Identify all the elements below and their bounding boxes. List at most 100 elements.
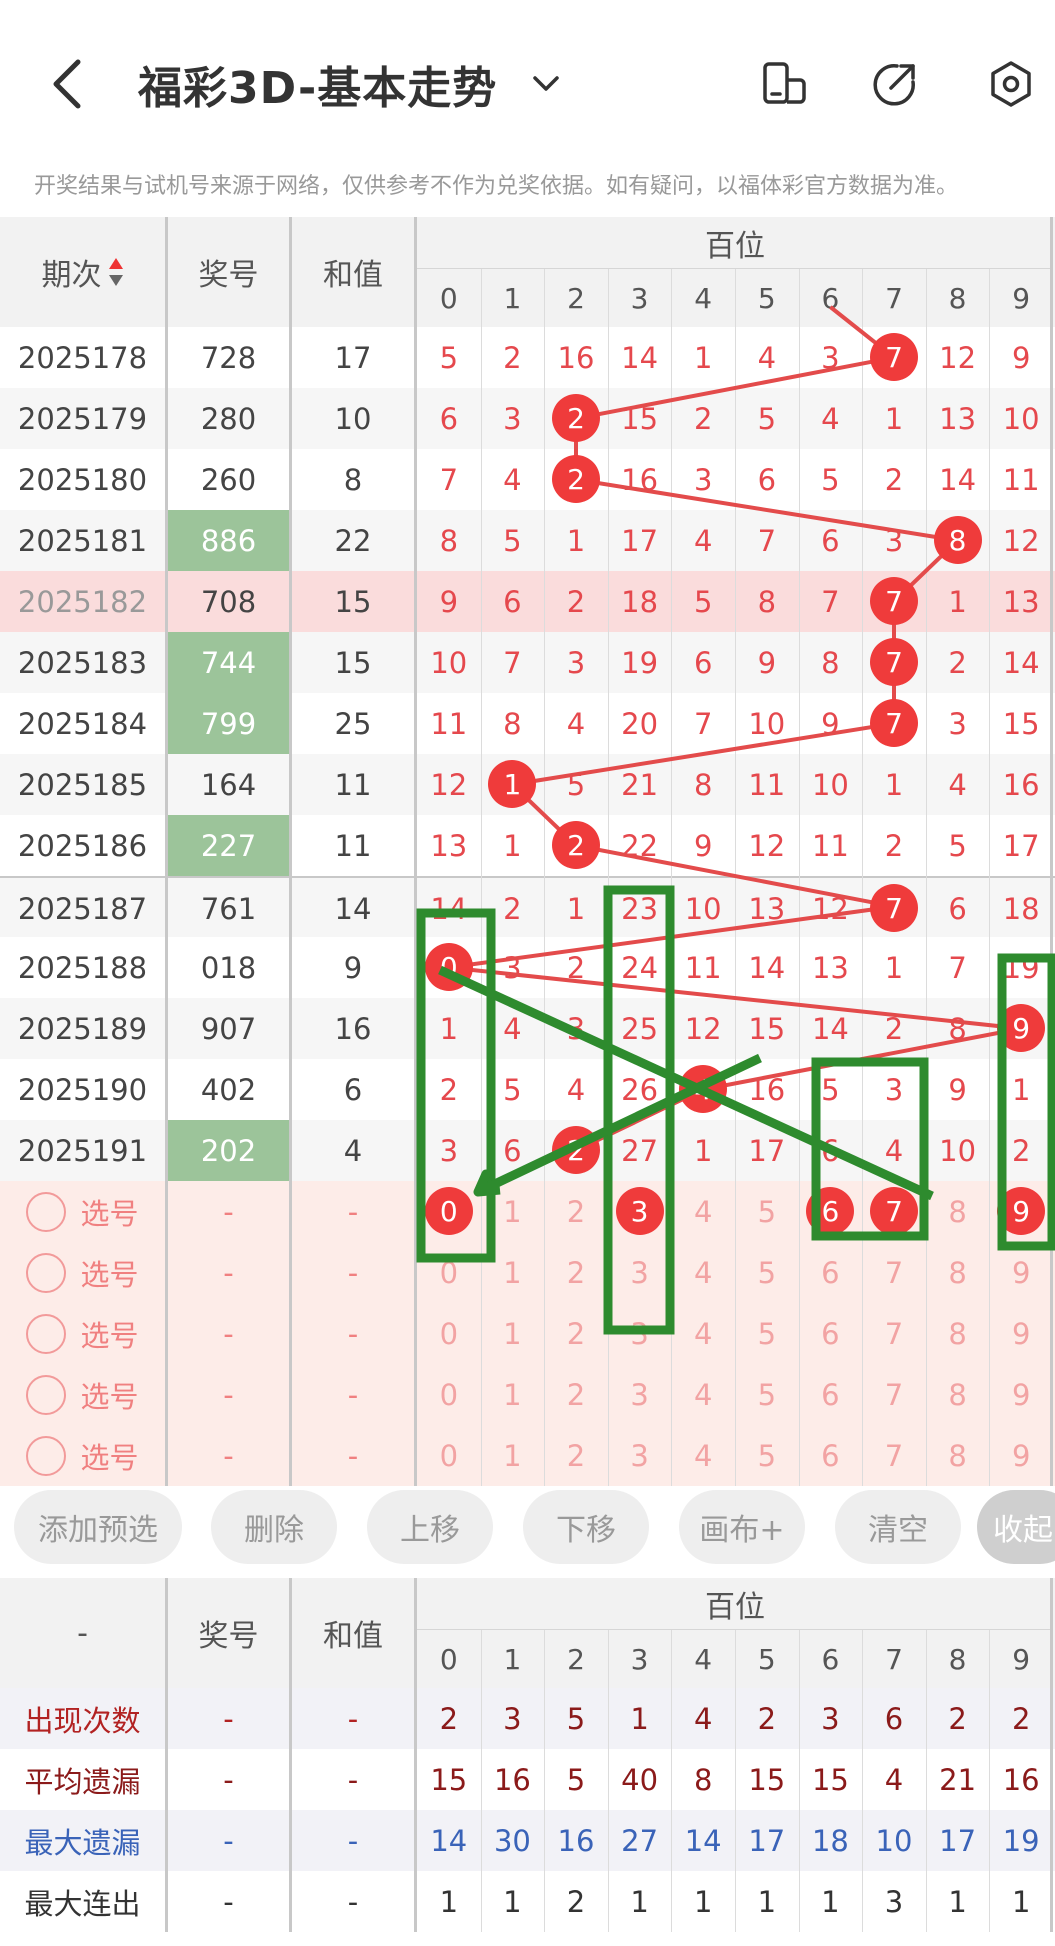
- pick-digit-6[interactable]: 6: [799, 1181, 863, 1242]
- column-divider: [165, 217, 168, 1486]
- pick-digit-3[interactable]: 3: [608, 1303, 672, 1364]
- table-row: 2025178 728 17 5 2 16 14 1 4 3 7 12 9: [0, 327, 1055, 388]
- issue-cell: 2025190: [17, 1072, 148, 1107]
- winning-number-cell: 708: [200, 584, 257, 619]
- radio-circle-icon[interactable]: [26, 1191, 67, 1232]
- miss-cell: 12: [939, 340, 977, 375]
- select-label[interactable]: 选号: [80, 1374, 138, 1416]
- pick-digit-4[interactable]: 4: [671, 1242, 735, 1303]
- radio-circle-icon[interactable]: [26, 1313, 67, 1354]
- radio-circle-icon[interactable]: [26, 1374, 67, 1415]
- pick-digit-8[interactable]: 8: [926, 1364, 990, 1425]
- stats-value: 17: [748, 1823, 786, 1858]
- delete-button[interactable]: 删除: [211, 1490, 337, 1564]
- pick-digit-4[interactable]: 4: [671, 1303, 735, 1364]
- pick-digit-0[interactable]: 0: [417, 1303, 481, 1364]
- select-toggle[interactable]: 选号: [0, 1181, 165, 1242]
- pick-digit-8[interactable]: 8: [926, 1242, 990, 1303]
- pick-digit-4[interactable]: 4: [671, 1364, 735, 1425]
- picked-ball[interactable]: 6: [806, 1187, 855, 1235]
- add-preselect-button[interactable]: 添加预选: [14, 1490, 182, 1564]
- issue-cell: 2025188: [17, 950, 148, 985]
- pick-digit-5[interactable]: 5: [735, 1181, 799, 1242]
- pick-digit-1[interactable]: 1: [481, 1181, 545, 1242]
- pick-digit-2[interactable]: 2: [544, 1364, 608, 1425]
- picked-ball[interactable]: 3: [615, 1187, 664, 1235]
- pick-digit-1[interactable]: 1: [481, 1303, 545, 1364]
- chevron-down-icon[interactable]: [531, 69, 561, 99]
- pick-digit-9[interactable]: 9: [989, 1303, 1053, 1364]
- pick-digit-2[interactable]: 2: [544, 1181, 608, 1242]
- pick-digit-9[interactable]: 9: [989, 1242, 1053, 1303]
- miss-cell: 1: [693, 1133, 713, 1168]
- pick-digit-3[interactable]: 3: [608, 1364, 672, 1425]
- collapse-button[interactable]: 收起: [977, 1490, 1055, 1564]
- miss-cell: 4: [821, 401, 840, 436]
- miss-cell: 8: [926, 510, 990, 571]
- miss-cell: 14: [1002, 645, 1040, 680]
- select-toggle[interactable]: 选号: [0, 1242, 165, 1303]
- stats-value: 3: [503, 1701, 522, 1736]
- pick-digit-5[interactable]: 5: [735, 1364, 799, 1425]
- column-header-issue: 期次: [0, 217, 165, 327]
- pick-digit-6[interactable]: 6: [799, 1364, 863, 1425]
- pick-digit-5[interactable]: 5: [735, 1242, 799, 1303]
- pick-digit-9[interactable]: 9: [989, 1181, 1053, 1242]
- miss-cell: 4: [566, 1072, 586, 1107]
- pick-digit-1[interactable]: 1: [481, 1364, 545, 1425]
- title-selector[interactable]: 福彩3D-基本走势: [138, 52, 561, 116]
- pick-digit-6[interactable]: 6: [799, 1303, 863, 1364]
- pick-digit-8[interactable]: 8: [926, 1181, 990, 1242]
- radio-circle-icon[interactable]: [26, 1252, 67, 1293]
- picked-ball[interactable]: 0: [424, 1187, 473, 1235]
- select-toggle[interactable]: 选号: [0, 1364, 165, 1425]
- select-label[interactable]: 选号: [80, 1313, 138, 1355]
- pick-digit-2[interactable]: 2: [544, 1303, 608, 1364]
- sort-icon[interactable]: [108, 257, 124, 287]
- select-label[interactable]: 选号: [80, 1191, 138, 1233]
- pick-digit-7[interactable]: 7: [862, 1181, 926, 1242]
- radio-circle-icon[interactable]: [26, 1435, 67, 1476]
- pick-digit-0[interactable]: 0: [417, 1364, 481, 1425]
- pick-digit-7[interactable]: 7: [862, 1303, 926, 1364]
- digit-divider: [607, 269, 609, 1486]
- pick-digit-0[interactable]: 0: [417, 1242, 481, 1303]
- select-label[interactable]: 选号: [80, 1435, 138, 1477]
- miss-cell: 6: [821, 1133, 840, 1168]
- picked-ball[interactable]: 7: [869, 1187, 918, 1235]
- pick-digit-8[interactable]: 8: [926, 1303, 990, 1364]
- pick-digit-5[interactable]: 5: [735, 1303, 799, 1364]
- page-title[interactable]: 福彩3D-基本走势: [138, 52, 497, 116]
- pick-digit-3[interactable]: 3: [608, 1242, 672, 1303]
- select-label[interactable]: 选号: [80, 1252, 138, 1294]
- pick-digit-7[interactable]: 7: [862, 1364, 926, 1425]
- pick-digit-0[interactable]: 0: [417, 1181, 481, 1242]
- digit-header-6: 6: [821, 1642, 840, 1676]
- pick-digit-7[interactable]: 7: [862, 1242, 926, 1303]
- move-up-button[interactable]: 上移: [367, 1490, 493, 1564]
- column-divider: [1050, 217, 1053, 1486]
- stats-value: 15: [430, 1762, 468, 1797]
- digit-header-2: 2: [567, 281, 585, 315]
- pick-digit-6[interactable]: 6: [799, 1242, 863, 1303]
- phone-rotate-icon[interactable]: [760, 60, 808, 108]
- pick-digit-9[interactable]: 9: [989, 1364, 1053, 1425]
- stats-value: 2: [757, 1701, 777, 1736]
- settings-icon[interactable]: [987, 60, 1035, 108]
- select-toggle[interactable]: 选号: [0, 1303, 165, 1364]
- canvas-plus-button[interactable]: 画布+: [679, 1490, 805, 1564]
- miss-cell: 7: [862, 571, 926, 632]
- stats-value: 4: [884, 1762, 904, 1797]
- share-icon[interactable]: [871, 60, 919, 108]
- pick-digit-4[interactable]: 4: [671, 1181, 735, 1242]
- move-down-button[interactable]: 下移: [523, 1490, 649, 1564]
- picked-ball[interactable]: 9: [997, 1187, 1046, 1235]
- miss-cell: 5: [948, 828, 967, 863]
- pick-digit-3[interactable]: 3: [608, 1181, 672, 1242]
- pick-digit-2[interactable]: 2: [544, 1242, 608, 1303]
- clear-button[interactable]: 清空: [835, 1490, 961, 1564]
- miss-cell: 11: [430, 706, 468, 741]
- pick-digit-1[interactable]: 1: [481, 1242, 545, 1303]
- miss-cell: 5: [821, 462, 840, 497]
- back-arrow-icon[interactable]: [48, 58, 88, 110]
